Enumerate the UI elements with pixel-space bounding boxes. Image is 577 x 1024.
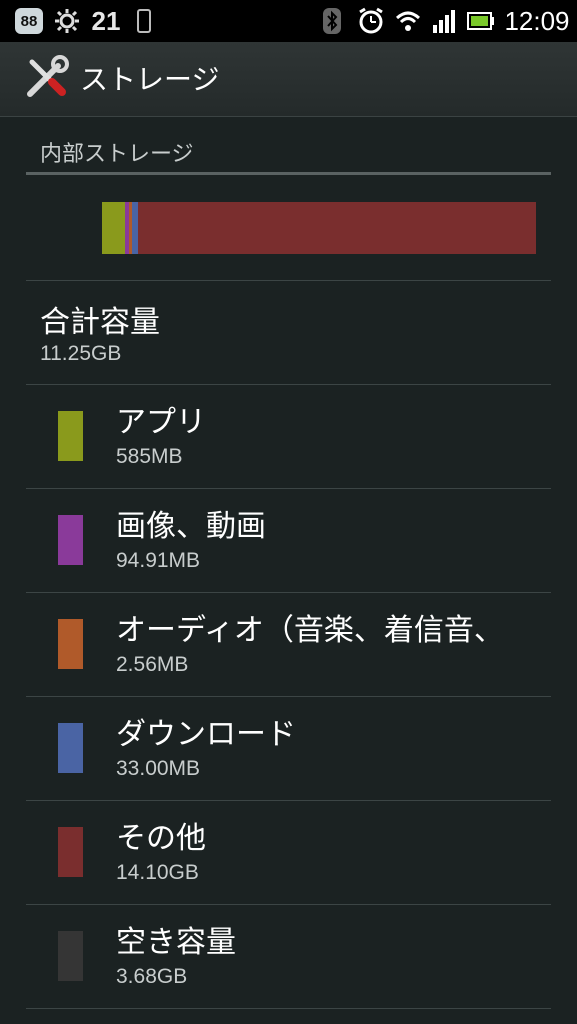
badge-count: 88	[15, 8, 43, 34]
category-value: 585MB	[116, 445, 183, 468]
battery-icon	[466, 0, 496, 42]
category-row-apps[interactable]: アプリ 585MB	[0, 385, 577, 489]
bluetooth-icon	[320, 0, 344, 42]
category-value: 14.10GB	[116, 861, 199, 884]
total-capacity-value: 11.25GB	[40, 342, 122, 365]
status-bar: 88 21 12:09	[0, 0, 577, 42]
calendar-date: 21	[90, 0, 122, 42]
category-label: アプリ	[116, 405, 206, 440]
title-bar: ストレージ	[0, 42, 577, 117]
color-swatch	[58, 827, 83, 877]
category-row-downloads[interactable]: ダウンロード 33.00MB	[0, 697, 577, 801]
total-capacity-label: 合計容量	[40, 305, 160, 340]
wifi-icon	[394, 0, 422, 42]
category-label: その他	[116, 821, 206, 856]
storage-usage-bar	[102, 202, 536, 254]
color-swatch	[58, 515, 83, 565]
divider	[26, 280, 551, 281]
settings-gear-icon	[52, 0, 82, 42]
usage-segment	[137, 202, 536, 254]
color-swatch	[58, 411, 83, 461]
phone-icon	[134, 0, 154, 42]
clock-text: 12:09	[504, 5, 570, 36]
date-text: 21	[91, 5, 121, 36]
category-row-pictures-videos[interactable]: 画像、動画 94.91MB	[0, 489, 577, 593]
notification-badge: 88	[14, 0, 44, 42]
category-label: 画像、動画	[116, 509, 266, 544]
color-swatch	[58, 723, 83, 773]
page-title: ストレージ	[80, 63, 220, 96]
section-header: 内部ストレージ	[40, 142, 194, 167]
category-label: オーディオ（音楽、着信音、	[116, 613, 504, 648]
alarm-icon	[356, 0, 386, 42]
tools-icon	[22, 54, 70, 102]
usage-segment	[102, 202, 125, 254]
section-divider	[26, 172, 551, 175]
category-row-other[interactable]: その他 14.10GB	[0, 801, 577, 905]
color-swatch	[58, 619, 83, 669]
category-value: 33.00MB	[116, 757, 201, 780]
clock: 12:09	[502, 0, 572, 42]
category-label: ダウンロード	[116, 717, 296, 752]
category-value: 3.68GB	[116, 965, 188, 988]
divider	[26, 1008, 551, 1009]
category-label: 空き容量	[116, 925, 236, 960]
category-row-audio[interactable]: オーディオ（音楽、着信音、 2.56MB	[0, 593, 577, 697]
signal-icon	[430, 0, 458, 42]
color-swatch	[58, 931, 83, 981]
category-value: 2.56MB	[116, 653, 189, 676]
category-value: 94.91MB	[116, 549, 201, 572]
category-row-free-space[interactable]: 空き容量 3.68GB	[0, 905, 577, 1009]
